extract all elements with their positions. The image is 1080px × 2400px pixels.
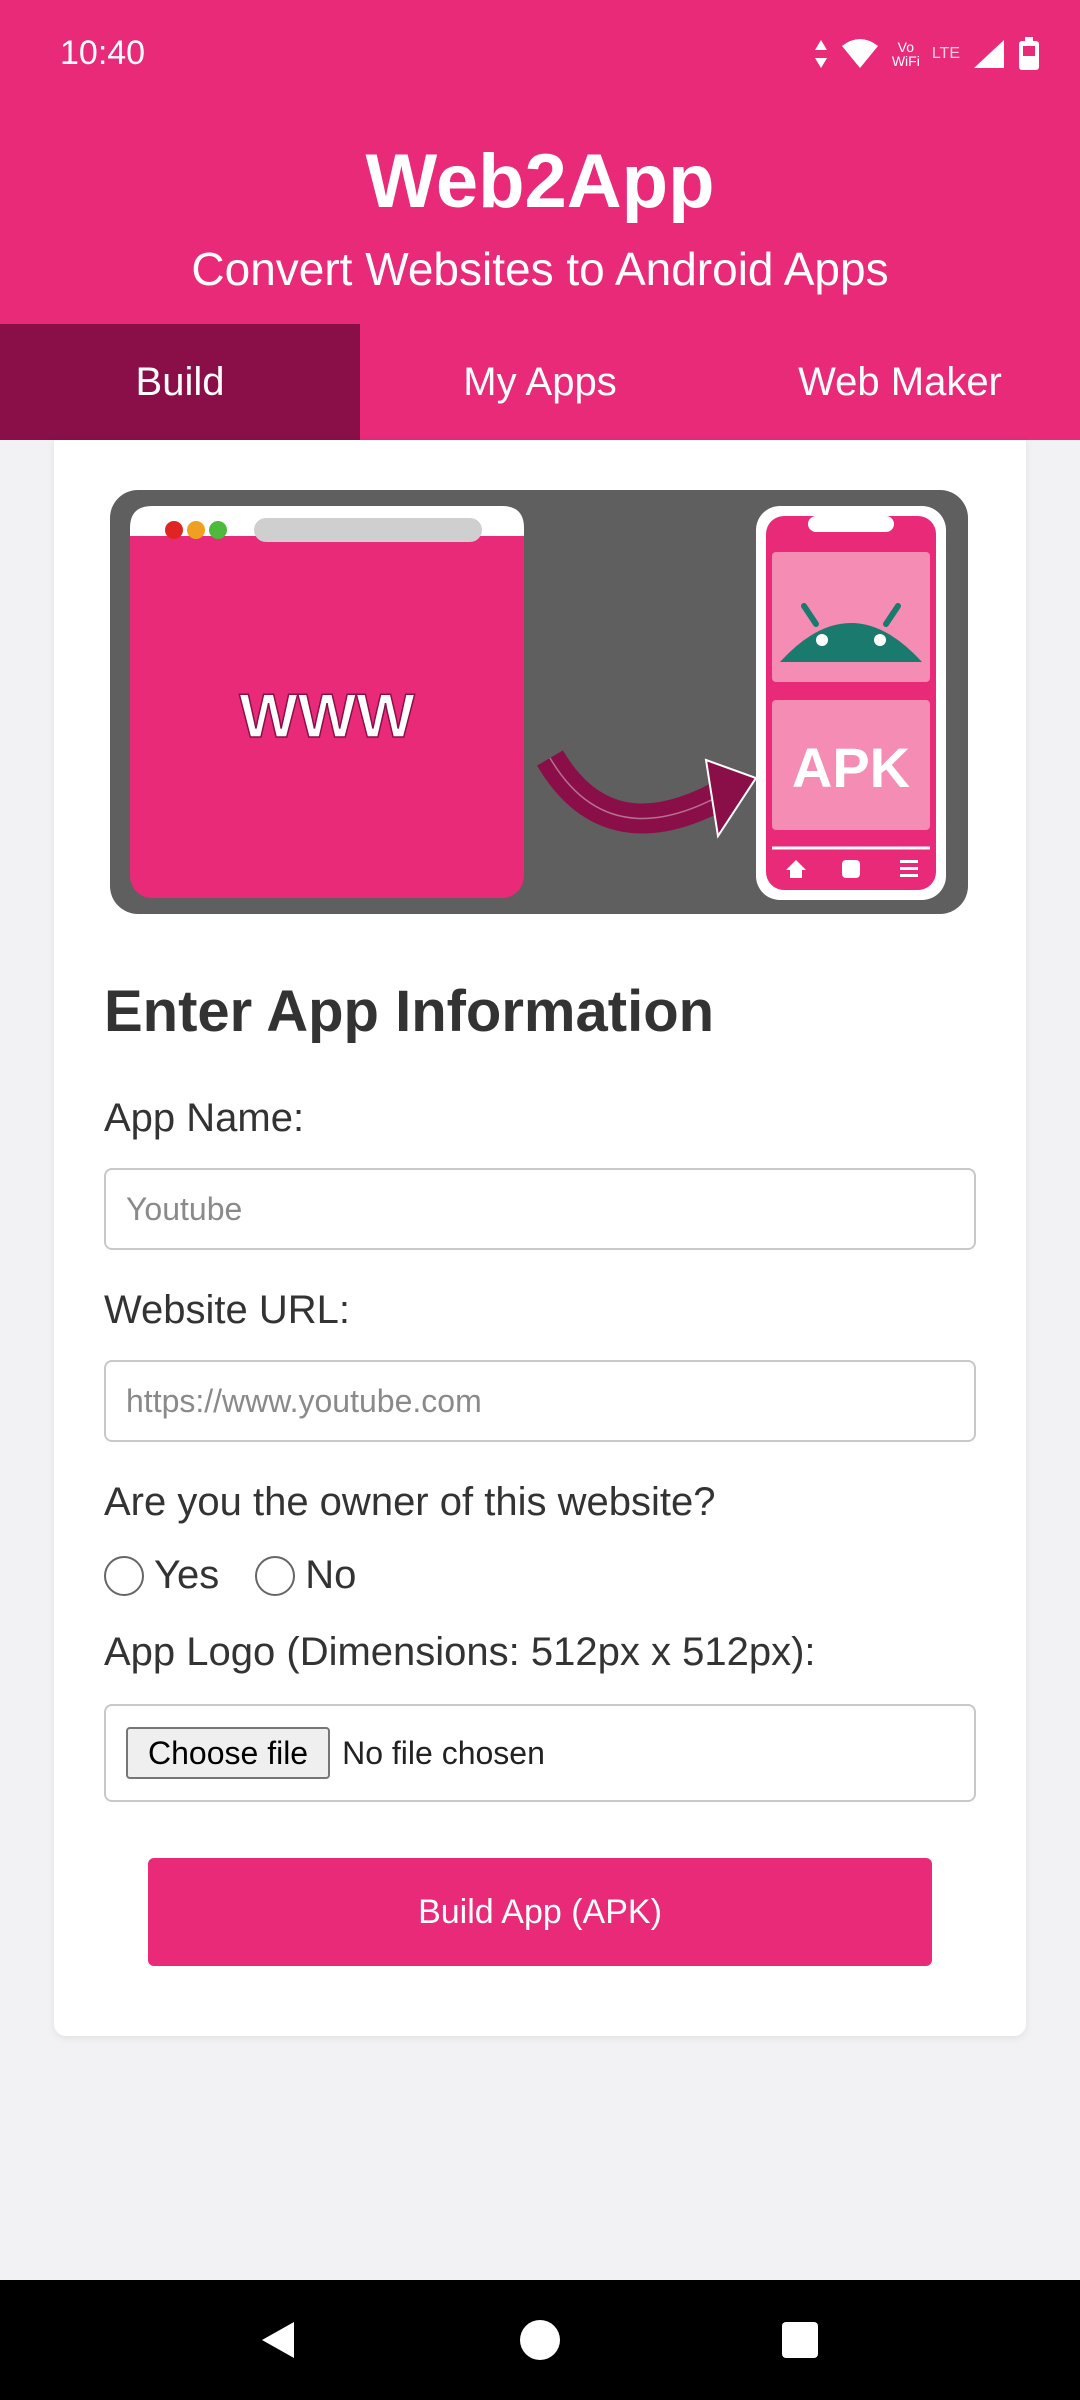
form-heading: Enter App Information (104, 979, 715, 1044)
tab-my-apps[interactable]: My Apps (360, 324, 720, 440)
owner-radio-group: Yes No (104, 1553, 392, 1598)
app-name-input[interactable] (104, 1168, 976, 1250)
lte-indicator: LTE (931, 45, 960, 62)
owner-yes-label[interactable]: Yes (154, 1553, 219, 1598)
data-arrows-icon (814, 40, 827, 68)
back-icon[interactable] (258, 2320, 298, 2360)
file-status-text: No file chosen (342, 1734, 545, 1771)
wifi-icon (841, 39, 878, 68)
app-title: Web2App (365, 139, 715, 224)
vowifi-bottom: WiFi (891, 53, 920, 69)
hero-illustration: WWW APK (110, 490, 968, 914)
cell-signal-icon (974, 40, 1004, 68)
owner-question-label: Are you the owner of this website? (104, 1480, 716, 1524)
recents-icon[interactable] (782, 2322, 818, 2358)
tab-web-maker[interactable]: Web Maker (720, 324, 1080, 440)
status-icons: Vo WiFi LTE (814, 34, 1040, 74)
status-bar: 10:40 Vo WiFi LTE (0, 0, 1080, 110)
system-nav-bar (0, 2280, 1080, 2400)
tab-bar: Build My Apps Web Maker (0, 324, 1080, 440)
owner-no-label[interactable]: No (305, 1553, 356, 1598)
app-subtitle: Convert Websites to Android Apps (191, 243, 889, 295)
home-icon[interactable] (520, 2320, 560, 2360)
build-app-button[interactable]: Build App (APK) (148, 1858, 932, 1966)
build-form-card: WWW APK Enter App Information App Name: … (54, 440, 1026, 2036)
vowifi-top: Vo (897, 39, 915, 55)
tab-build[interactable]: Build (0, 324, 360, 440)
owner-no-radio[interactable] (255, 1555, 296, 1596)
choose-file-button[interactable]: Choose file (126, 1727, 331, 1779)
owner-yes-radio[interactable] (104, 1555, 144, 1596)
phone-apk-text: APK (792, 736, 910, 799)
website-url-label: Website URL: (104, 1288, 351, 1332)
status-time: 10:40 (60, 34, 146, 72)
app-logo-label: App Logo (Dimensions: 512px x 512px): (104, 1630, 816, 1674)
vowifi-indicator: Vo WiFi (892, 40, 920, 68)
website-url-input[interactable] (104, 1360, 976, 1442)
battery-icon (1019, 37, 1039, 70)
browser-www-text: WWW (239, 682, 415, 751)
app-logo-file-input: Choose file No file chosen (104, 1704, 976, 1802)
app-header: Web2App Convert Websites to Android Apps (0, 110, 1080, 324)
phone (756, 506, 946, 900)
app-name-label: App Name: (104, 1096, 305, 1140)
